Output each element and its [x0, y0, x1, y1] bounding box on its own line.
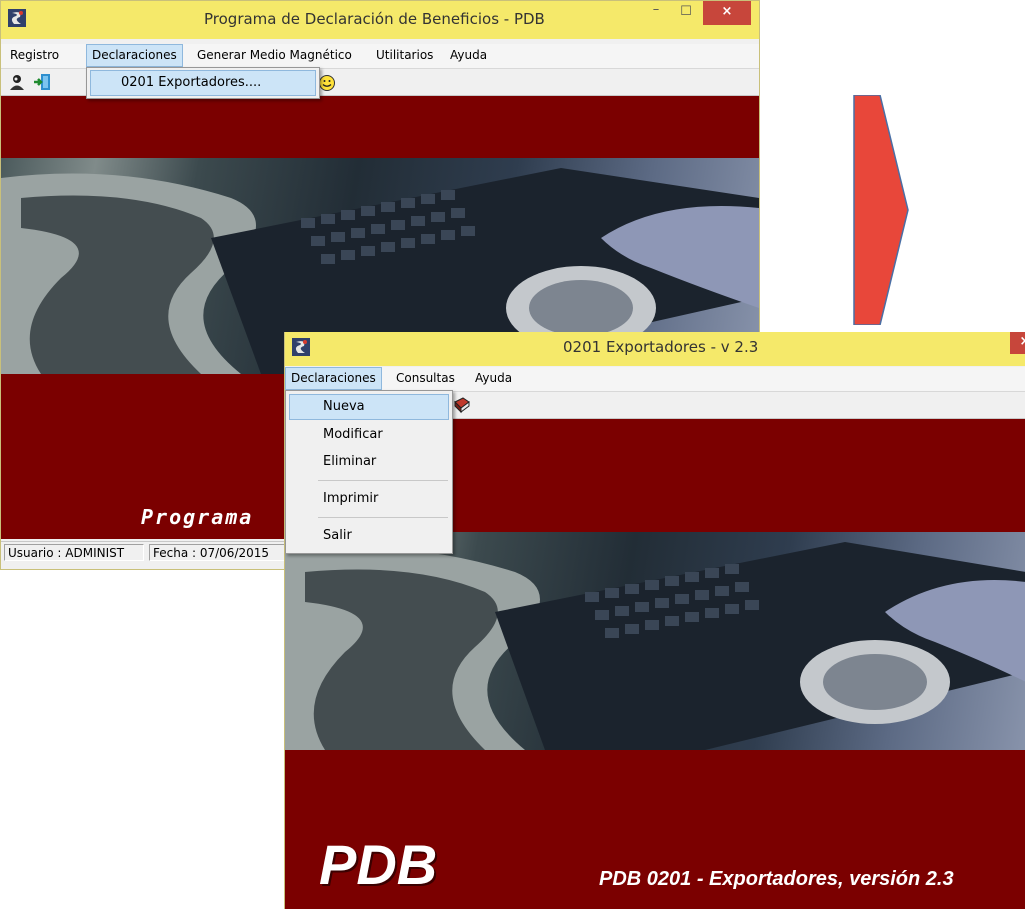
menu-declaraciones[interactable]: Declaraciones	[86, 44, 183, 67]
sub-menubar: Declaraciones Consultas Ayuda	[285, 367, 1025, 392]
minimize-button[interactable]: –	[641, 1, 671, 25]
sub-close-icon: ×	[1020, 334, 1025, 349]
sub-window: 0201 Exportadores - v 2.3 × Declaracione…	[284, 332, 1025, 909]
book-icon[interactable]	[453, 396, 471, 414]
dropdown-item-nueva[interactable]: Nueva	[289, 394, 449, 420]
maximize-icon: ☐	[680, 4, 692, 19]
sub-menu-declaraciones[interactable]: Declaraciones	[285, 367, 382, 390]
exit-door-icon[interactable]	[33, 73, 51, 91]
menu-registro[interactable]: Registro	[5, 44, 64, 67]
right-arrow-icon	[853, 95, 909, 325]
sub-window-title: 0201 Exportadores - v 2.3	[563, 338, 759, 356]
menu-ayuda[interactable]: Ayuda	[445, 44, 492, 67]
app-logo-icon	[8, 9, 26, 27]
dropdown-item-modificar[interactable]: Modificar	[289, 422, 449, 448]
sub-declaraciones-dropdown: Nueva Modificar Eliminar Imprimir Salir	[285, 390, 453, 554]
menu-utilitarios[interactable]: Utilitarios	[371, 44, 438, 67]
dropdown-item-eliminar[interactable]: Eliminar	[289, 449, 449, 475]
sub-menu-consultas[interactable]: Consultas	[391, 367, 460, 390]
pdb-logo-text: PDB	[319, 833, 438, 896]
dropdown-item-salir[interactable]: Salir	[289, 523, 449, 549]
close-button[interactable]: ×	[703, 1, 751, 25]
dropdown-separator	[318, 517, 448, 518]
sub-menu-ayuda[interactable]: Ayuda	[470, 367, 517, 390]
menu-generar-medio-magnetico[interactable]: Generar Medio Magnético	[192, 44, 357, 67]
dropdown-item-0201-exportadores[interactable]: 0201 Exportadores....	[90, 70, 316, 96]
pdb-version-text: PDB 0201 - Exportadores, versión 2.3	[599, 868, 954, 890]
dropdown-separator	[318, 480, 448, 481]
program-banner-text: Programa	[141, 505, 254, 529]
main-declaraciones-dropdown: 0201 Exportadores....	[86, 67, 320, 99]
dropdown-item-imprimir[interactable]: Imprimir	[289, 486, 449, 512]
main-titlebar[interactable]: Programa de Declaración de Beneficios - …	[1, 1, 759, 39]
main-window-title: Programa de Declaración de Beneficios - …	[204, 10, 545, 28]
sub-banner-image	[285, 532, 1025, 750]
sub-close-button[interactable]: ×	[1010, 332, 1025, 354]
main-top-band	[1, 96, 759, 158]
minimize-icon: –	[652, 2, 660, 17]
main-menubar: Registro Declaraciones Generar Medio Mag…	[1, 44, 759, 69]
user-tool-icon[interactable]	[8, 73, 26, 91]
status-date: Fecha : 07/06/2015	[149, 544, 289, 561]
maximize-button[interactable]: ☐	[671, 1, 701, 25]
status-user: Usuario : ADMINIST	[4, 544, 144, 561]
sub-titlebar[interactable]: 0201 Exportadores - v 2.3 ×	[285, 332, 1025, 366]
sub-keyboard-artwork	[285, 542, 1025, 750]
close-icon: ×	[721, 4, 733, 19]
smiley-icon[interactable]	[318, 74, 336, 92]
sub-app-logo-icon	[292, 338, 310, 356]
